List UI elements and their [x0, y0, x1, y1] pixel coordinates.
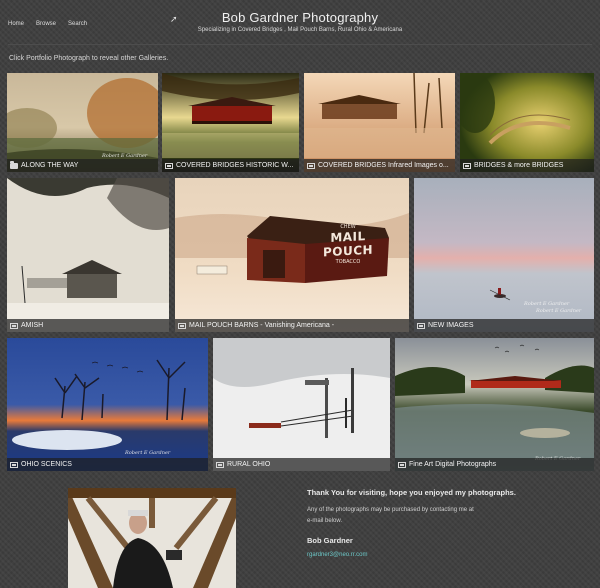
gallery-tile-bridges-more[interactable]: BRIDGES & more BRIDGES	[460, 73, 594, 172]
purchase-info: Any of the photographs may be purchased …	[307, 505, 592, 528]
tile-label: BRIDGES & more BRIDGES	[474, 162, 564, 169]
gallery-icon	[463, 162, 471, 169]
gallery-thumbnail	[7, 338, 208, 471]
gallery-tile-fine-art[interactable]: Robert E Gardner Fine Art Digital Photog…	[395, 338, 594, 471]
tile-caption: BRIDGES & more BRIDGES	[460, 159, 594, 172]
tile-label: AMISH	[21, 322, 44, 329]
gallery-tile-ohio-scenics[interactable]: Robert E Gardner OHIO SCENICS	[7, 338, 208, 471]
gallery-icon	[10, 322, 18, 329]
gallery-tile-rural-ohio[interactable]: RURAL OHIO	[213, 338, 390, 471]
thanks-heading: Thank You for visiting, hope you enjoyed…	[307, 488, 516, 497]
gallery-tile-new-images[interactable]: Robert E Gardner Robert E Gardner NEW IM…	[414, 178, 594, 332]
tile-caption: Fine Art Digital Photographs	[395, 458, 594, 471]
tile-caption: ALONG THE WAY	[7, 159, 158, 172]
gallery-icon	[398, 461, 406, 468]
site-header: Bob Gardner Photography Specializing in …	[0, 10, 600, 33]
tile-label: COVERED BRIDGES Infrared Images o...	[318, 162, 449, 169]
gallery-thumbnail	[304, 73, 455, 172]
gallery-icon	[216, 461, 224, 468]
barn-sign-line-2: MAIL POUCH	[322, 229, 374, 260]
tile-caption: RURAL OHIO	[213, 458, 390, 471]
site-title[interactable]: Bob Gardner Photography	[0, 10, 600, 25]
purchase-line-2: e-mail below.	[307, 518, 343, 525]
gallery-thumbnail	[213, 338, 390, 471]
tile-label: ALONG THE WAY	[21, 162, 79, 169]
gallery-tile-mail-pouch-barns[interactable]: CHEW MAIL POUCH TOBACCO MAIL POUCH BARNS…	[175, 178, 409, 332]
gallery-icon	[417, 322, 425, 329]
tile-caption: COVERED BRIDGES Infrared Images o...	[304, 159, 455, 172]
barn-sign-line-3: TOBACCO	[335, 259, 361, 265]
tile-label: OHIO SCENICS	[21, 461, 72, 468]
tile-caption: NEW IMAGES	[414, 319, 594, 332]
gallery-tile-amish[interactable]: AMISH	[7, 178, 169, 332]
photo-signature: Robert E Gardner	[524, 301, 570, 307]
gallery-icon	[10, 461, 18, 468]
gallery-icon	[307, 162, 315, 169]
gallery-tile-covered-bridges-infrared[interactable]: COVERED BRIDGES Infrared Images o...	[304, 73, 455, 172]
photographer-portrait	[68, 488, 236, 588]
site-subtitle: Specializing in Covered Bridges , Mail P…	[197, 27, 403, 33]
gallery-icon	[178, 322, 186, 329]
tile-label: Fine Art Digital Photographs	[409, 461, 497, 468]
folder-icon	[10, 160, 18, 169]
contact-section: Thank You for visiting, hope you enjoyed…	[307, 488, 592, 558]
gallery-tile-along-the-way[interactable]: Robert E Gardner ALONG THE WAY	[7, 73, 158, 172]
intro-text: Click Portfolio Photograph to reveal oth…	[9, 55, 169, 62]
contact-email-link[interactable]: rgardner3@neo.rr.com	[307, 552, 592, 558]
gallery-thumbnail	[162, 73, 299, 172]
gallery-thumbnail	[460, 73, 594, 172]
gallery-icon	[165, 162, 173, 169]
barn-sign: CHEW MAIL POUCH TOBACCO	[307, 224, 389, 265]
gallery-tile-covered-bridges-historic[interactable]: COVERED BRIDGES HISTORIC W...	[162, 73, 299, 172]
tile-label: NEW IMAGES	[428, 322, 474, 329]
mouse-cursor-icon: ➚	[170, 14, 178, 24]
purchase-line-1: Any of the photographs may be purchased …	[307, 507, 474, 513]
tile-caption: COVERED BRIDGES HISTORIC W...	[162, 159, 299, 172]
header-divider	[8, 44, 592, 45]
tile-caption: MAIL POUCH BARNS - Vanishing Americana -	[175, 319, 409, 332]
photo-signature: Robert E Gardner	[125, 450, 171, 456]
tile-caption: AMISH	[7, 319, 169, 332]
photo-signature: Robert E Gardner	[536, 308, 582, 314]
gallery-thumbnail	[395, 338, 594, 471]
gallery-thumbnail	[7, 178, 169, 332]
contact-name: Bob Gardner	[307, 535, 353, 545]
tile-label: RURAL OHIO	[227, 461, 271, 468]
tile-label: MAIL POUCH BARNS - Vanishing Americana -	[189, 322, 335, 329]
tile-label: COVERED BRIDGES HISTORIC W...	[176, 162, 294, 169]
tile-caption: OHIO SCENICS	[7, 458, 208, 471]
